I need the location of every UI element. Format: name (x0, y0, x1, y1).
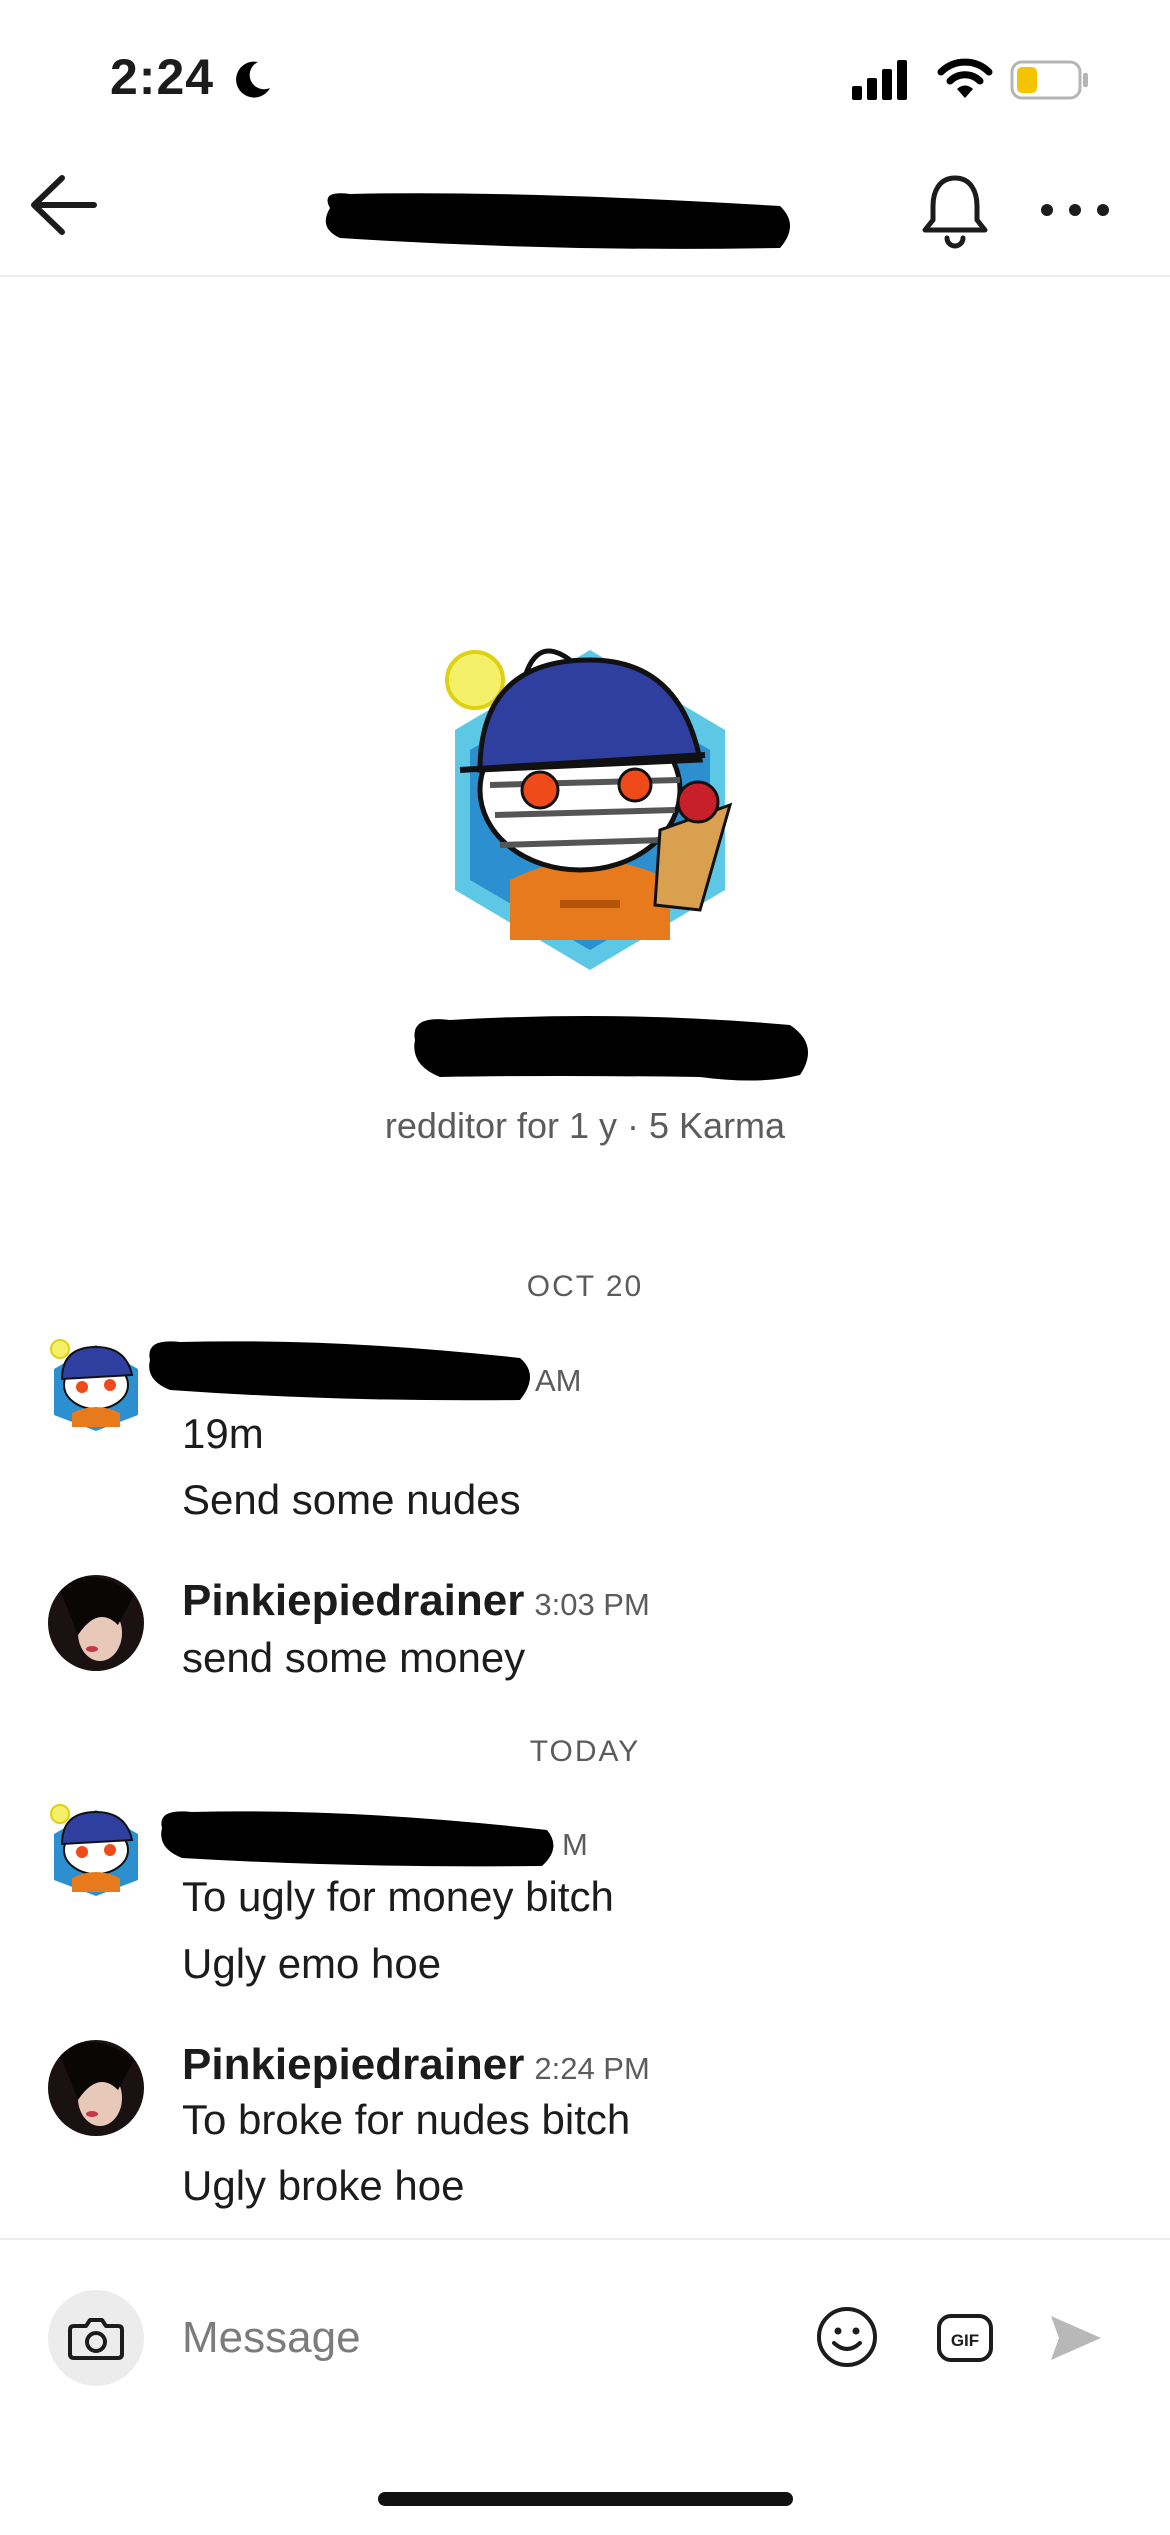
redacted-chat-title (325, 193, 790, 249)
smiley-icon (817, 2307, 877, 2367)
send-button[interactable] (1045, 2308, 1105, 2368)
date-separator: OCT 20 (526, 1270, 644, 1303)
message-timestamp: 2:24 PM (534, 2051, 650, 2086)
battery-icon (1010, 60, 1088, 100)
arrow-left-icon (31, 175, 97, 235)
message-text: Ugly emo hoe (182, 1940, 442, 1987)
user-avatar[interactable] (48, 1575, 144, 1671)
camera-icon (68, 2318, 124, 2360)
gif-icon: GIF (937, 2314, 993, 2362)
date-separator: TODAY (529, 1735, 641, 1768)
more-options-button[interactable] (1035, 185, 1115, 235)
notifications-button[interactable] (915, 170, 995, 250)
message-timestamp: AM (535, 1363, 582, 1398)
message-timestamp: 3:03 PM (534, 1587, 650, 1622)
redacted-username (414, 1016, 808, 1081)
bell-icon (922, 175, 988, 249)
sender-name[interactable]: Pinkiepiedrainer (182, 1576, 524, 1625)
message-header: Pinkiepiedrainer 2:24 PM (182, 2040, 650, 2090)
message-text: To broke for nudes bitch (182, 2096, 631, 2143)
wifi-icon (937, 58, 993, 98)
send-icon (1051, 2316, 1101, 2360)
status-time: 2:24 (110, 49, 215, 105)
message-text: 19m (182, 1410, 264, 1457)
emoji-button[interactable] (815, 2305, 879, 2369)
sender-avatar[interactable] (48, 1800, 144, 1896)
sender-avatar[interactable] (48, 1335, 144, 1431)
header-divider (0, 275, 1170, 277)
sender-name[interactable]: Pinkiepiedrainer (182, 2040, 524, 2089)
profile-meta: redditor for 1 y · 5 Karma (384, 1105, 786, 1146)
moon-icon (236, 61, 270, 98)
back-button[interactable] (24, 170, 104, 240)
redacted-sender-name (161, 1811, 554, 1867)
profile-avatar[interactable] (440, 620, 740, 980)
message-text: To ugly for money bitch (182, 1873, 614, 1920)
more-horizontal-icon (1041, 204, 1109, 216)
composer-divider (0, 2238, 1170, 2240)
redacted-sender-name (149, 1341, 530, 1401)
gif-label: GIF (951, 2331, 979, 2350)
message-text: Ugly broke hoe (182, 2162, 465, 2209)
gif-button[interactable]: GIF (935, 2308, 995, 2368)
message-text: Send some nudes (182, 1476, 521, 1523)
message-timestamp: M (562, 1827, 588, 1862)
cellular-signal-icon (852, 60, 907, 100)
message-text: send some money (182, 1634, 526, 1681)
home-indicator[interactable] (378, 2492, 793, 2506)
message-header: Pinkiepiedrainer 3:03 PM (182, 1576, 650, 1626)
user-avatar[interactable] (48, 2040, 144, 2136)
camera-button[interactable] (48, 2290, 144, 2386)
message-input[interactable] (182, 2310, 782, 2366)
